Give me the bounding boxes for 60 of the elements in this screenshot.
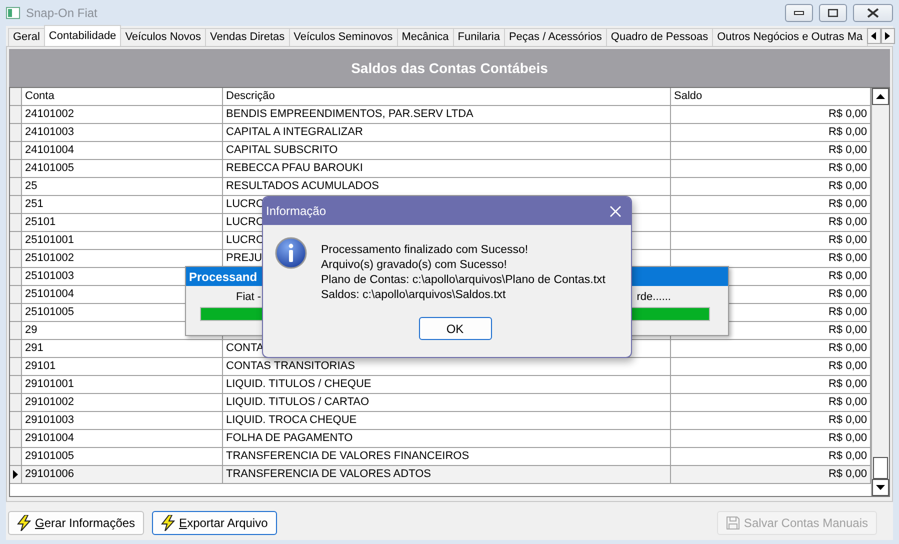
progress-text: rde......	[636, 291, 671, 303]
message-text: Plano de Contas: c:\apollo\arquivos\Plano de Contas.txt	[321, 273, 606, 288]
table-cell: FOLHA DE PAGAMENTO	[223, 430, 671, 447]
table-cell: LIQUID. TITULOS / CHEQUE	[223, 376, 671, 393]
app-icon	[6, 7, 20, 19]
tab[interactable]: Contabilidade	[44, 25, 122, 46]
current-row-icon	[13, 470, 18, 479]
tab[interactable]: Outros Negócios e Outras Ma	[712, 28, 868, 46]
table-cell: 24101004	[22, 142, 223, 159]
table-cell: LIQUID. TITULOS / CARTAO	[223, 394, 671, 411]
panel-header: Saldos das Contas Contábeis	[9, 49, 890, 87]
up-arrow-icon	[876, 94, 885, 99]
table-cell: 29101001	[22, 376, 223, 393]
table-cell: 29101006	[22, 466, 223, 483]
maximize-button[interactable]	[819, 4, 847, 22]
close-icon	[867, 8, 879, 18]
ok-button[interactable]: OK	[418, 317, 492, 340]
scroll-up-button[interactable]	[872, 88, 889, 105]
tab[interactable]: Geral	[8, 28, 45, 46]
table-cell: RESULTADOS ACUMULADOS	[223, 178, 671, 195]
table-cell: 29101005	[22, 448, 223, 465]
table-cell: TRANSFERENCIA DE VALORES ADTOS	[223, 466, 671, 483]
action-button[interactable]: Exportar Arquivo	[152, 511, 277, 535]
scroll-left-button[interactable]	[866, 28, 881, 44]
lightning-icon	[17, 515, 31, 531]
table-cell: 25101001	[22, 232, 223, 249]
minimize-button[interactable]	[785, 4, 813, 22]
table-cell: 25	[22, 178, 223, 195]
table-cell: LIQUID. TROCA CHEQUE	[223, 412, 671, 429]
table-cell: 25101	[22, 214, 223, 231]
progress-text: Fiat -	[236, 291, 262, 303]
window-title: Snap-On Fiat	[26, 6, 98, 20]
close-button[interactable]	[853, 4, 893, 22]
table-cell: 29101002	[22, 394, 223, 411]
minimize-icon	[794, 11, 804, 15]
table-cell: 24101005	[22, 160, 223, 177]
table-cell: CAPITAL A INTEGRALIZAR	[223, 124, 671, 141]
scroll-right-button[interactable]	[880, 28, 895, 44]
table-cell: BENDIS EMPREENDIMENTOS, PAR.SERV LTDA	[223, 106, 671, 123]
table-cell: TRANSFERENCIA DE VALORES FINANCEIROS	[223, 448, 671, 465]
lightning-icon	[161, 515, 176, 531]
maximize-icon	[828, 9, 838, 17]
left-arrow-icon	[871, 32, 876, 40]
action-button[interactable]: Gerar Informações	[8, 511, 144, 535]
close-icon[interactable]	[610, 206, 621, 216]
table-cell: 291	[22, 340, 223, 357]
scroll-down-button[interactable]	[872, 479, 889, 496]
down-arrow-icon	[876, 485, 885, 490]
right-arrow-icon	[885, 32, 890, 40]
table-cell: 251	[22, 196, 223, 213]
table-cell: 29101	[22, 358, 223, 375]
table-cell: 24101002	[22, 106, 223, 123]
message-text: Saldos: c:\apollo\arquivos\Saldos.txt	[321, 288, 507, 303]
table-cell: 29101004	[22, 430, 223, 447]
scrollbar-thumb[interactable]	[873, 457, 888, 479]
table-cell: CAPITAL SUBSCRITO	[223, 142, 671, 159]
info-icon	[275, 237, 307, 269]
table-cell: REBECCA PFAU BAROUKI	[223, 160, 671, 177]
table-cell: 24101003	[22, 124, 223, 141]
table-cell: 29101003	[22, 412, 223, 429]
